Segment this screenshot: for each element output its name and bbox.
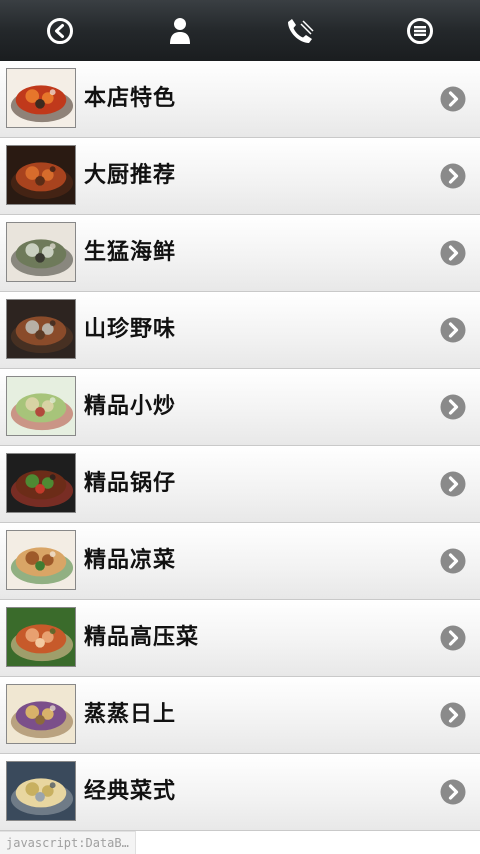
category-item[interactable]: 蒸蒸日上 (0, 677, 480, 754)
category-label: 精品锅仔 (84, 471, 177, 496)
user-icon (170, 17, 190, 44)
dish-thumbnail (6, 145, 76, 205)
dish-thumbnail (6, 222, 76, 282)
dish-thumbnail (6, 453, 76, 513)
back-button[interactable] (0, 0, 120, 61)
category-item[interactable]: 精品凉菜 (0, 523, 480, 600)
chevron-right-icon (440, 240, 466, 266)
category-label: 经典菜式 (84, 779, 177, 804)
dish-thumbnail (6, 299, 76, 359)
dish-thumbnail (6, 376, 76, 436)
dish-thumbnail (6, 530, 76, 590)
category-item[interactable]: 本店特色 (0, 61, 480, 138)
category-item[interactable]: 经典菜式 (0, 754, 480, 831)
category-item[interactable]: 山珍野味 (0, 292, 480, 369)
category-item[interactable]: 精品高压菜 (0, 600, 480, 677)
menu-icon (407, 17, 433, 44)
status-url: javascript:DataB… (0, 831, 136, 854)
dish-thumbnail (6, 607, 76, 667)
chevron-right-icon (440, 163, 466, 189)
chevron-right-icon (440, 548, 466, 574)
phone-icon (288, 18, 314, 43)
chevron-right-icon (440, 625, 466, 651)
category-label: 本店特色 (84, 86, 177, 111)
chevron-right-icon (440, 702, 466, 728)
chevron-right-icon (440, 779, 466, 805)
chevron-right-icon (440, 317, 466, 343)
category-label: 精品凉菜 (84, 548, 177, 573)
dish-thumbnail (6, 68, 76, 128)
category-item[interactable]: 生猛海鲜 (0, 215, 480, 292)
user-button[interactable] (120, 0, 240, 61)
phone-button[interactable] (240, 0, 360, 61)
category-label: 精品高压菜 (84, 625, 200, 650)
category-item[interactable]: 精品锅仔 (0, 446, 480, 523)
category-item[interactable]: 精品小炒 (0, 369, 480, 446)
chevron-right-icon (440, 86, 466, 112)
dish-thumbnail (6, 761, 76, 821)
category-label: 生猛海鲜 (84, 240, 177, 265)
category-label: 精品小炒 (84, 394, 177, 419)
back-icon (47, 17, 73, 44)
chevron-right-icon (440, 471, 466, 497)
category-label: 大厨推荐 (84, 163, 177, 188)
category-item[interactable]: 大厨推荐 (0, 138, 480, 215)
chevron-right-icon (440, 394, 466, 420)
category-list: 本店特色大厨推荐生猛海鲜山珍野味精品小炒精品锅仔精品凉菜精品高压菜蒸蒸日上经典菜… (0, 61, 480, 831)
dish-thumbnail (6, 684, 76, 744)
category-label: 蒸蒸日上 (84, 702, 177, 727)
category-label: 山珍野味 (84, 317, 177, 342)
menu-button[interactable] (360, 0, 480, 61)
top-nav-bar (0, 0, 480, 62)
